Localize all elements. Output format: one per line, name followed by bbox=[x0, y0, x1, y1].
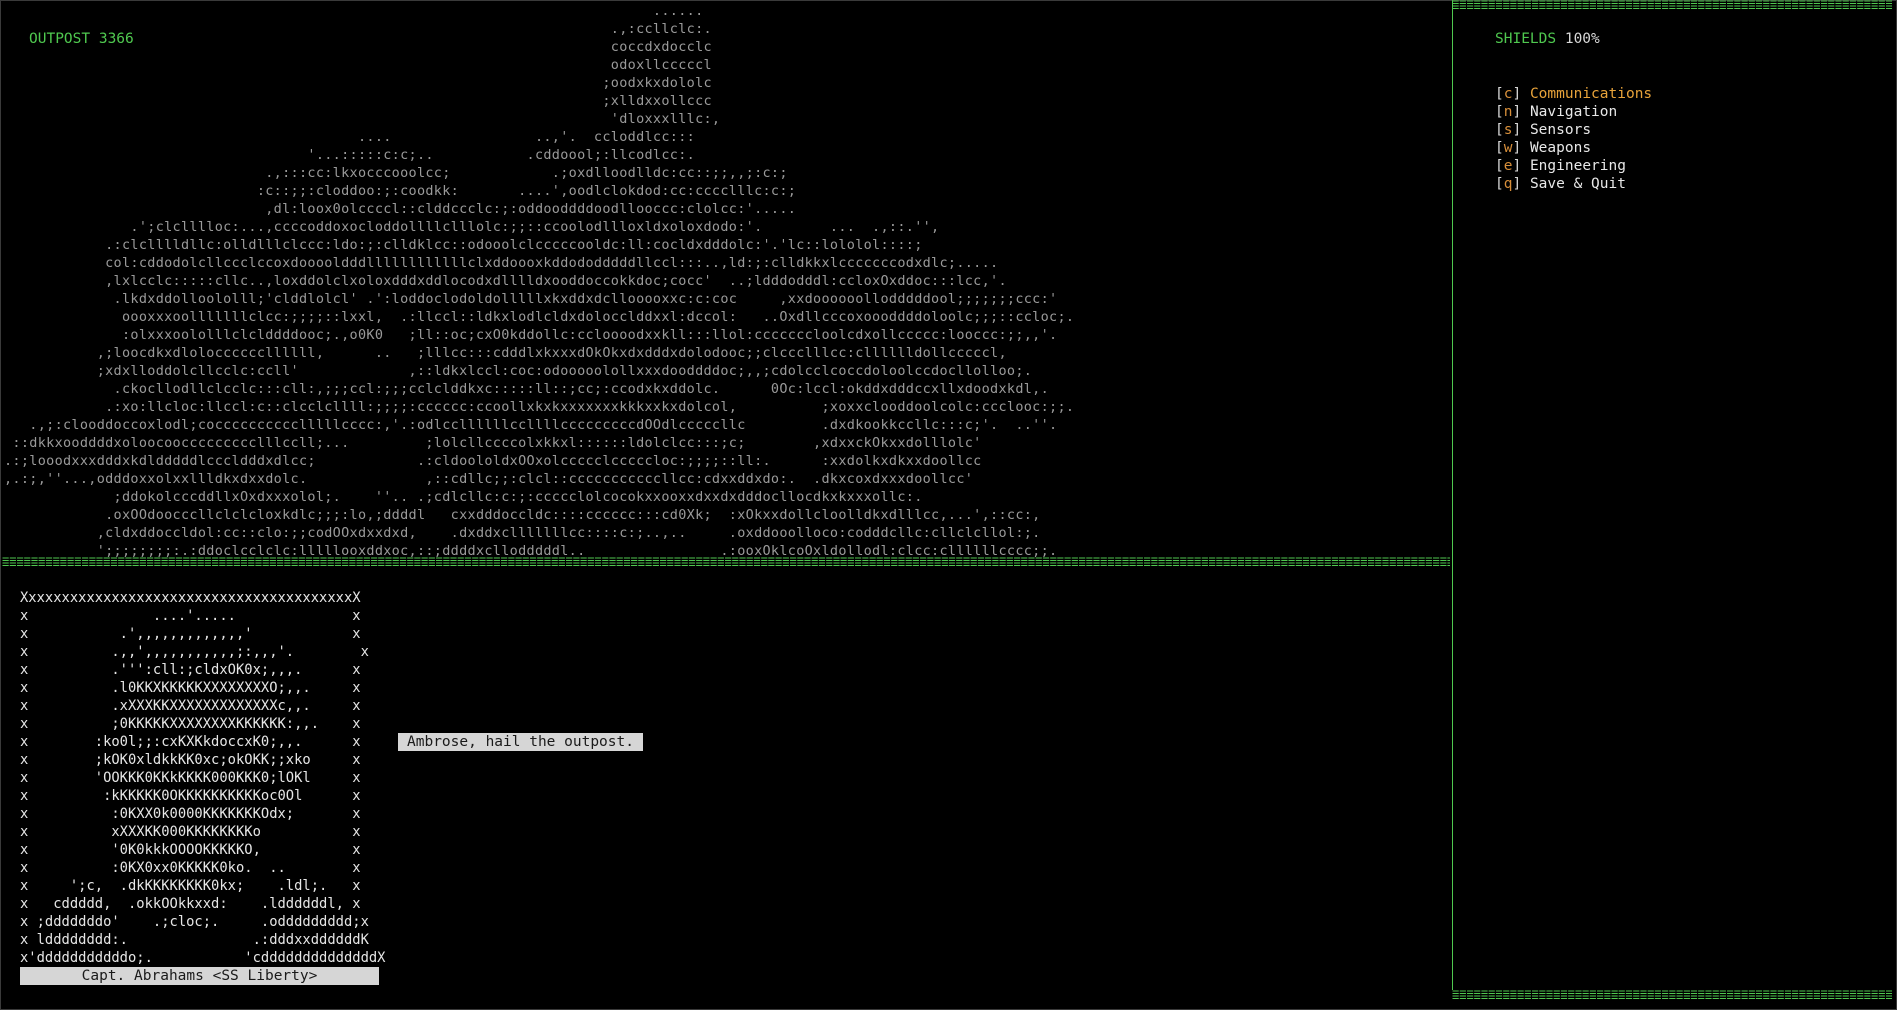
menu-item-save-quit[interactable]: [q] Save & Quit bbox=[1495, 175, 1652, 193]
shields-status: SHIELDS 100% bbox=[1495, 31, 1600, 47]
viewport-divider: ========================================… bbox=[2, 557, 1450, 567]
menu-label: Navigation bbox=[1529, 104, 1618, 120]
shields-label: SHIELDS bbox=[1495, 31, 1557, 47]
menu-label: Weapons bbox=[1529, 140, 1592, 156]
menu-label: Communications bbox=[1529, 86, 1653, 102]
menu-item-communications[interactable]: [c] Communications bbox=[1495, 85, 1652, 103]
command-menu: [c] Communications [n] Navigation [s] Se… bbox=[1495, 85, 1652, 193]
outpost-ascii-art: ...... .,:ccllclc:. coccdxdocclc odoxllc… bbox=[4, 3, 1075, 559]
captain-portrait: Xxxxxxxxxxxxxxxxxxxxxxxxxxxxxxxxxxxxxxxx… bbox=[20, 590, 386, 966]
menu-item-engineering[interactable]: [e] Engineering bbox=[1495, 157, 1652, 175]
panel-divider bbox=[1452, 0, 1461, 990]
menu-label: Sensors bbox=[1529, 122, 1592, 138]
panel-top-border: ========================================… bbox=[1452, 0, 1892, 10]
menu-label: Save & Quit bbox=[1529, 176, 1626, 192]
shields-value: 100% bbox=[1564, 31, 1600, 47]
menu-item-navigation[interactable]: [n] Navigation bbox=[1495, 103, 1652, 121]
menu-label: Engineering bbox=[1529, 158, 1626, 174]
portrait-name-label: Capt. Abrahams <SS Liberty> bbox=[20, 967, 379, 985]
menu-item-sensors[interactable]: [s] Sensors bbox=[1495, 121, 1652, 139]
dialog-option-hail[interactable]: Ambrose, hail the outpost. bbox=[398, 733, 643, 751]
menu-item-weapons[interactable]: [w] Weapons bbox=[1495, 139, 1652, 157]
panel-bottom-border: ========================================… bbox=[1452, 990, 1892, 1000]
